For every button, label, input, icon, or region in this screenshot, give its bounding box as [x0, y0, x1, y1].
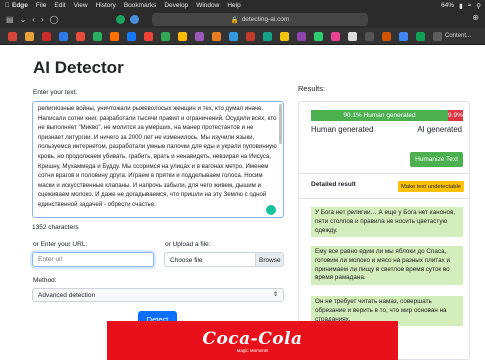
divider	[299, 173, 469, 174]
ai-percent-text: 9.9%	[448, 112, 463, 119]
battery-percent: 64%	[441, 2, 455, 9]
new-tab-icon[interactable]: ⊕	[472, 13, 479, 22]
method-label: Method:	[33, 277, 57, 284]
bookmark-icon[interactable]	[127, 31, 136, 41]
bookmark-icon[interactable]	[76, 31, 85, 41]
method-value: Advanced detection	[38, 292, 96, 299]
apple-icon[interactable]: 	[2, 2, 12, 9]
results-label: Results:	[298, 84, 326, 93]
choose-file-text[interactable]: Choose file	[165, 253, 255, 266]
file-label: or Upload a file:	[165, 241, 211, 248]
url-input[interactable]	[32, 252, 154, 267]
status-area: 64% ▮ ≈ ⚲	[441, 0, 481, 11]
wifi-icon[interactable]: ≈	[468, 2, 472, 9]
human-percent-text: 90.1% Human generated	[343, 112, 416, 119]
chevron-down-icon[interactable]: ⌄	[20, 15, 27, 24]
divider	[299, 198, 469, 199]
bookmark-icon[interactable]	[263, 31, 272, 41]
menu-help[interactable]: Help	[227, 2, 240, 9]
result-segment: Ему все равно едим ли мы яблоки до Спаса…	[311, 246, 463, 286]
menu-develop[interactable]: Develop	[164, 2, 188, 9]
extension-icon-2[interactable]	[130, 15, 139, 24]
text-input-area[interactable]: религиозные войны, уничтожали рыжеволосы…	[32, 101, 284, 218]
lock-icon: 🔒	[230, 16, 239, 24]
bookmark-icon[interactable]	[314, 31, 323, 41]
forward-icon[interactable]: ›	[41, 15, 44, 24]
advertisement-banner[interactable]: Coca-Cola Magic Moments	[107, 321, 398, 360]
select-caret-icon: ⇕	[272, 292, 278, 298]
scrollbar-thumb[interactable]	[279, 104, 282, 144]
ai-generated-label: AI generated	[417, 125, 462, 134]
bookmark-content-label[interactable]: Content...	[445, 33, 471, 39]
menu-edit[interactable]: Edit	[54, 2, 65, 9]
bookmark-icon[interactable]	[144, 31, 153, 41]
result-bar: 90.1% Human generated 9.9%	[311, 110, 463, 121]
bookmarks-bar: Content...	[0, 28, 485, 45]
menu-window[interactable]: Window	[196, 2, 219, 9]
page-title: AI Detector	[33, 58, 124, 77]
browse-button[interactable]: Browse	[255, 253, 283, 266]
back-icon[interactable]: ‹	[32, 15, 35, 24]
text-label: Enter your text:	[33, 89, 78, 96]
grammarly-icon[interactable]	[266, 205, 276, 215]
bookmark-icon[interactable]	[8, 31, 17, 41]
bookmark-icon[interactable]	[59, 31, 68, 41]
bookmark-icon[interactable]	[195, 31, 204, 41]
url-text: detecting-ai.com	[241, 16, 290, 23]
url-label: or Enter your URL:	[33, 241, 88, 248]
bookmark-icon[interactable]	[93, 31, 102, 41]
file-input[interactable]: Choose file Browse	[164, 252, 284, 267]
bookmark-icon[interactable]	[331, 31, 340, 41]
bookmark-icon[interactable]	[246, 31, 255, 41]
bookmark-icon[interactable]	[382, 31, 391, 41]
ad-tagline: Magic Moments	[236, 347, 269, 353]
address-bar[interactable]: 🔒 detecting-ai.com	[152, 13, 368, 26]
menu-file[interactable]: File	[36, 2, 46, 9]
bookmark-icon[interactable]	[416, 31, 425, 41]
bookmark-icon[interactable]	[297, 31, 306, 41]
menubar:  Edge File Edit View History Bookmarks …	[0, 0, 485, 11]
make-undetectable-button[interactable]: Make text undetectable	[398, 181, 464, 192]
search-icon[interactable]: ⚲	[476, 2, 481, 10]
bookmark-icon[interactable]	[161, 31, 170, 41]
result-segment: У Бога нет религии… А еще у Бога нет кан…	[311, 207, 463, 238]
character-count: 1352 characters	[32, 224, 79, 231]
menu-history[interactable]: History	[96, 2, 116, 9]
bookmark-icon[interactable]	[25, 31, 34, 41]
menu-edge[interactable]: Edge	[12, 2, 28, 9]
bookmark-icon[interactable]	[365, 31, 374, 41]
humanize-text-button[interactable]: Humanize Text	[410, 152, 463, 167]
human-bar-segment: 90.1% Human generated	[311, 110, 448, 121]
browser-toolbar: ▤ ⌄ ‹ › ◯ 🔒 detecting-ai.com ⊕	[0, 11, 485, 28]
ad-brand-logo: Coca-Cola	[202, 328, 303, 349]
bookmark-icon[interactable]	[178, 31, 187, 41]
method-select[interactable]: Advanced detection ⇕	[32, 288, 284, 302]
menu-bookmarks[interactable]: Bookmarks	[124, 2, 157, 9]
battery-icon[interactable]: ▮	[459, 2, 463, 10]
bookmark-icon[interactable]	[42, 31, 51, 41]
bookmark-icon[interactable]	[229, 31, 238, 41]
shield-icon[interactable]: ◯	[50, 15, 59, 24]
detailed-result-label: Detailed result	[311, 181, 356, 188]
ai-bar-segment: 9.9%	[447, 110, 463, 121]
bookmark-icon[interactable]	[433, 31, 442, 41]
menu-view[interactable]: View	[74, 2, 88, 9]
bookmark-icon[interactable]	[212, 31, 221, 41]
extension-icon[interactable]	[116, 15, 125, 24]
bookmark-icon[interactable]	[348, 31, 357, 41]
bookmark-icon[interactable]	[280, 31, 289, 41]
text-content: религиозные войны, уничтожали рыжеволосы…	[38, 105, 277, 208]
bookmark-icon[interactable]	[110, 31, 119, 41]
sidebar-icon[interactable]: ▤	[6, 15, 14, 24]
page-content: AI Detector Enter your text: религиозные…	[0, 45, 485, 360]
human-generated-label: Human generated	[311, 125, 374, 134]
bookmark-icon[interactable]	[399, 31, 408, 41]
